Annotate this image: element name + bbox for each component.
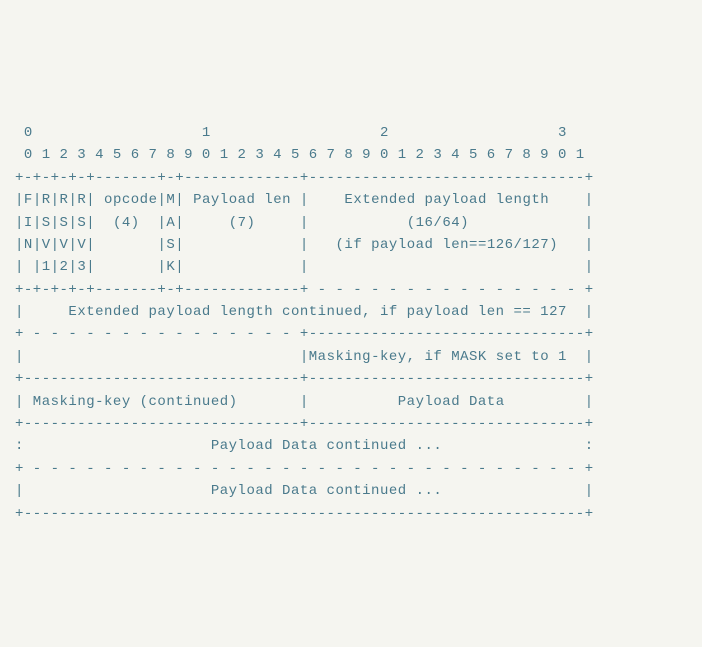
opcode-field-row4 [95, 259, 157, 275]
ext-payload-field: Extended payload length [309, 192, 585, 208]
ext-payload-row4 [309, 259, 585, 275]
separator: +-+-+-+-+-------+-+-------------+-------… [15, 170, 594, 186]
opcode-field: opcode [95, 192, 157, 208]
rsv1-field-row3: V [42, 237, 51, 253]
rsv1-num: 1 [42, 259, 51, 275]
payload-data-continued-1: Payload Data continued ... [24, 438, 585, 454]
rsv1-field: R [42, 192, 51, 208]
separator: + - - - - - - - - - - - - - - - - - - - … [15, 461, 594, 477]
mask-field-row3: S [166, 237, 175, 253]
payload-data-field: Payload Data [309, 394, 585, 410]
payload-len-field: Payload len [184, 192, 300, 208]
payload-len-row3 [184, 237, 300, 253]
separator: +---------------------------------------… [15, 506, 594, 522]
rsv3-field-row2: S [77, 215, 86, 231]
fin-field-row3: N [24, 237, 33, 253]
masking-key-field: Masking-key, if MASK set to 1 [309, 349, 585, 365]
websocket-frame-diagram: 0 1 2 3 0 1 2 3 4 5 6 7 8 9 0 1 2 3 4 5 … [15, 100, 687, 525]
separator: + - - - - - - - - - - - - - - - +-------… [15, 326, 594, 342]
rsv2-num: 2 [60, 259, 69, 275]
opcode-bits: (4) [95, 215, 157, 231]
payload-data-continued-2: Payload Data continued ... [24, 483, 585, 499]
ext-payload-cond: (if payload len==126/127) [309, 237, 585, 253]
fin-field: F [24, 192, 33, 208]
rsv3-field-row3: V [77, 237, 86, 253]
ext-payload-bits: (16/64) [309, 215, 585, 231]
separator: +-------------------------------+-------… [15, 371, 594, 387]
separator: +-------------------------------+-------… [15, 416, 594, 432]
rsv2-field-row2: S [60, 215, 69, 231]
separator: +-+-+-+-+-------+-+-------------+ - - - … [15, 282, 594, 298]
rsv3-num: 3 [77, 259, 86, 275]
payload-len-row4 [184, 259, 300, 275]
payload-len-bits: (7) [184, 215, 300, 231]
mask-row-left [24, 349, 300, 365]
rsv3-field: R [77, 192, 86, 208]
rsv2-field-row3: V [60, 237, 69, 253]
fin-field-row4 [24, 259, 33, 275]
ruler-major: 0 1 2 3 [15, 125, 567, 141]
ruler-minor: 0 1 2 3 4 5 6 7 8 9 0 1 2 3 4 5 6 7 8 9 … [15, 147, 585, 163]
fin-field-row2: I [24, 215, 33, 231]
rsv2-field: R [60, 192, 69, 208]
mask-field-row4: K [166, 259, 175, 275]
masking-key-continued: Masking-key (continued) [24, 394, 300, 410]
mask-field: M [166, 192, 175, 208]
rsv1-field-row2: S [42, 215, 51, 231]
ext-payload-continued: Extended payload length continued, if pa… [24, 304, 585, 320]
opcode-field-row3 [95, 237, 157, 253]
mask-field-row2: A [166, 215, 175, 231]
